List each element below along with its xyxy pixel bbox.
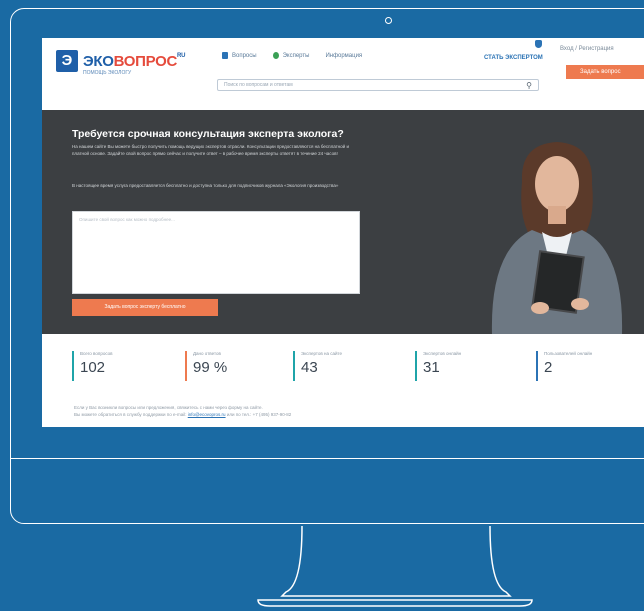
search-input[interactable]: Поиск по вопросам и ответам ⚲ (217, 79, 539, 91)
logo-domain: RU (177, 52, 186, 59)
logo-tagline: ПОМОЩЬ ЭКОЛОГУ (83, 70, 132, 76)
submit-question-button[interactable]: Задать вопрос эксперту бесплатно (72, 299, 218, 316)
stat-label: Экспертов онлайн (423, 351, 462, 356)
nav-item-label: Вопросы (232, 52, 257, 59)
nav-item-label: Информация (325, 52, 363, 59)
logo-name: ЭКОВОПРОСRU (83, 53, 185, 70)
stat-experts: Экспертов на сайте 43 (293, 351, 342, 381)
question-icon (222, 52, 228, 59)
stat-value: 31 (423, 359, 440, 376)
site-stats: Всего вопросов 102 Дано ответов 99 % Экс… (42, 341, 644, 389)
hero-description: На нашем сайте Вы можете быстро получить… (72, 144, 349, 156)
footer-contacts: Вы можете обратиться в службу поддержки … (74, 411, 614, 418)
stat-value: 43 (301, 359, 318, 376)
main-nav: Вопросы Эксперты Информация (222, 52, 362, 59)
logo-name-red: ВОПРОС (113, 52, 178, 70)
stat-total-questions: Всего вопросов 102 (72, 351, 113, 381)
support-email-link[interactable]: info@ecovopros.ru (188, 412, 226, 417)
hero-title: Требуется срочная консультация эксперта … (72, 128, 344, 140)
stat-value: 102 (80, 359, 106, 376)
nav-item-info[interactable]: Информация (325, 52, 362, 59)
stat-experts-online: Экспертов онлайн 31 (415, 351, 461, 381)
hero-note: В настоящее время услуга предоставляется… (72, 183, 339, 188)
stat-users-online: Пользователей онлайн 2 (536, 351, 592, 381)
footer-contacts-suffix: или по тел.: +7 (495) 937-90-82 (226, 412, 292, 417)
stat-label: Пользователей онлайн (544, 351, 593, 356)
hero-banner: Требуется срочная консультация эксперта … (42, 110, 644, 334)
stat-value: 99 % (193, 359, 228, 376)
stat-label: Всего вопросов (80, 351, 113, 356)
logo-mark: Э (56, 50, 78, 72)
footer-line: Если у Вас возникли вопросы или предложе… (74, 405, 263, 410)
shield-icon (535, 40, 542, 48)
stat-value: 2 (544, 359, 553, 376)
expert-photo (462, 132, 644, 334)
stat-label: Дано ответов (193, 351, 221, 356)
question-textarea[interactable]: Опишите свой вопрос как можно подробнее.… (72, 211, 360, 294)
search-icon[interactable]: ⚲ (526, 81, 532, 90)
become-expert-link[interactable]: СТАТЬ ЭКСПЕРТОМ (484, 55, 543, 61)
site-header: Э ЭКОВОПРОСRU ПОМОЩЬ ЭКОЛОГУ Вопросы Экс… (42, 38, 644, 96)
search-placeholder: Поиск по вопросам и ответам (224, 82, 293, 88)
website-screen: Э ЭКОВОПРОСRU ПОМОЩЬ ЭКОЛОГУ Вопросы Экс… (42, 38, 644, 427)
nav-item-label: Эксперты (282, 52, 310, 59)
ask-question-button[interactable]: Задать вопрос (566, 65, 644, 79)
login-link[interactable]: Вход / Регистрация (560, 46, 614, 52)
nav-item-questions[interactable]: Вопросы (222, 52, 257, 59)
stat-answers: Дано ответов 99 % (185, 351, 227, 381)
logo-name-blue: ЭКО (83, 52, 114, 70)
site-logo[interactable]: Э ЭКОВОПРОСRU (56, 50, 185, 72)
site-footer: Если у Вас возникли вопросы или предложе… (74, 404, 614, 418)
stat-label: Экспертов на сайте (301, 351, 343, 356)
expert-icon (272, 52, 279, 59)
footer-contacts-prefix: Вы можете обратиться в службу поддержки … (74, 412, 187, 417)
nav-item-experts[interactable]: Эксперты (272, 52, 310, 59)
